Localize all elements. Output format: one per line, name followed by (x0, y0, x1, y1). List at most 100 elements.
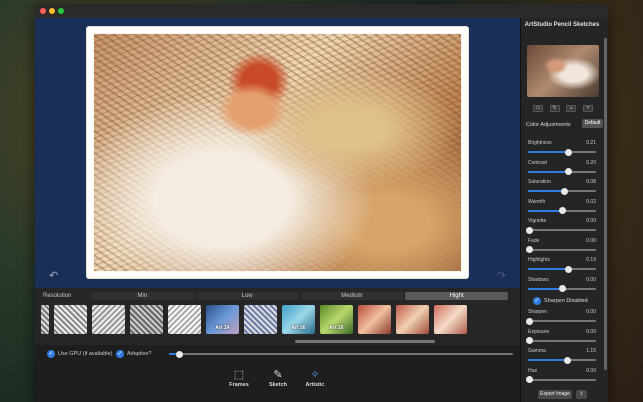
adjustment-name: Sharpen (528, 309, 547, 315)
use-gpu-checkbox[interactable]: ✓ (47, 350, 55, 358)
share-icon[interactable]: ⇪ (576, 390, 587, 399)
undo-icon[interactable]: ↶ (49, 269, 58, 282)
adjustment-slider[interactable] (525, 317, 596, 325)
preset-thumbnail[interactable] (130, 305, 163, 334)
app-window: ↶ ↷ Resolution Min Low Medium Hight Art … (35, 4, 608, 402)
adjustment-value: 0.20 (586, 159, 596, 166)
mode-artistic-button[interactable]: ✧ Artistic (300, 368, 330, 388)
resolution-option-min[interactable]: Min (91, 292, 194, 300)
panel-scrollbar[interactable] (604, 38, 607, 370)
adjustment-slider[interactable] (528, 265, 596, 273)
adjustment-slider-fill (528, 287, 562, 290)
horizontal-scrollbar[interactable] (295, 340, 435, 343)
use-gpu-label: Use GPU (if available) (58, 351, 113, 357)
adjustment-value: 0.00 (586, 237, 596, 244)
adjustment-name: Vignette (528, 218, 547, 224)
adjustment-saturation: Saturation 0.08 (528, 179, 596, 197)
preset-thumbnail[interactable] (92, 305, 125, 334)
adjustment-slider[interactable] (525, 246, 596, 253)
adjustment-slider[interactable] (528, 168, 596, 175)
adaptive-checkbox[interactable]: ✓ (116, 350, 124, 358)
adjustment-value: 0.00 (586, 367, 596, 374)
adjustment-slider-knob[interactable] (525, 317, 533, 325)
resolution-option-medium[interactable]: Medium (300, 292, 404, 300)
adjustment-shadows: Shadows 0.00 (528, 277, 596, 295)
adjustment-slider-knob[interactable] (565, 168, 573, 175)
adjustment-sharpen: Sharpen 0.00 (525, 309, 596, 327)
preset-thumbnail[interactable]: Art 26 (282, 305, 315, 334)
frame-icon: ⬚ (233, 369, 245, 381)
adjustment-slider-knob[interactable] (525, 337, 533, 344)
adjustment-slider[interactable] (528, 187, 596, 195)
redo-icon[interactable]: ↷ (497, 269, 506, 282)
adjustment-slider-knob[interactable] (525, 226, 533, 234)
rotate-icon[interactable]: ↻ (549, 105, 560, 112)
adjustment-slider-knob[interactable] (565, 148, 573, 156)
preset-thumbnail[interactable]: Art 24 (206, 305, 239, 334)
adjustment-contrast: Contrast 0.20 (528, 160, 596, 178)
preset-thumbnail[interactable] (168, 305, 201, 334)
adjustment-slider[interactable] (525, 337, 596, 344)
mode-frames-button[interactable]: ⬚ Frames (224, 368, 254, 388)
adjustment-name: Warmth (528, 198, 546, 205)
adjustment-slider-knob[interactable] (525, 246, 533, 253)
adjustment-slider-fill (528, 190, 565, 192)
crop-icon[interactable]: ▭ (533, 105, 543, 112)
preset-thumbnail[interactable] (396, 305, 429, 334)
adjustment-slider-knob[interactable] (563, 356, 571, 364)
sharpen-label: Sharpen Disabled (544, 298, 588, 304)
sharpen-checkbox[interactable]: ✓ (533, 297, 541, 305)
adjustment-warmth: Warmth 0.02 (528, 199, 596, 217)
preset-thumbnail[interactable] (54, 305, 87, 334)
adjustment-slider-knob[interactable] (558, 285, 566, 292)
mode-sketch-label: Sketch (268, 382, 288, 388)
adjustment-slider[interactable] (525, 376, 596, 383)
trash-icon[interactable]: × (582, 105, 593, 112)
minimize-window-button[interactable] (49, 8, 55, 14)
mode-sketch-button[interactable]: ✎ Sketch (263, 368, 293, 388)
preset-thumbnail[interactable] (41, 305, 49, 334)
adjustment-value: 0.00 (586, 276, 596, 283)
preset-thumbnail[interactable] (434, 305, 467, 334)
adjustment-slider[interactable] (528, 207, 596, 214)
export-image-button[interactable]: Export Image (538, 390, 572, 399)
color-adjustments-label: Color Adjustments (526, 122, 571, 128)
adaptive-slider-knob[interactable] (175, 350, 183, 358)
adjustment-slider[interactable] (528, 148, 596, 156)
preset-thumbnail[interactable] (244, 305, 277, 334)
maximize-window-button[interactable] (58, 8, 64, 14)
adjustment-value: 0.08 (586, 179, 596, 185)
preset-thumbnail[interactable] (358, 305, 391, 334)
adjustment-slider-knob[interactable] (561, 187, 569, 195)
close-window-button[interactable] (40, 8, 46, 14)
preset-thumbnail[interactable]: Art 26 (320, 305, 353, 334)
adjustment-slider[interactable] (525, 226, 596, 234)
adjustment-value: 0.19 (586, 257, 596, 263)
preset-thumbnails: Art 24 Art 26 Art 26 (41, 305, 513, 335)
resolution-option-low[interactable]: Low (195, 292, 299, 300)
preset-thumbnail-label: Art 24 (215, 325, 230, 331)
resolution-label: Resolution (43, 293, 72, 299)
adjustment-slider-fill (528, 209, 563, 212)
adjustment-name: Shadows (528, 276, 549, 283)
adjustment-slider[interactable] (528, 285, 596, 292)
adjustment-slider-fill (528, 268, 569, 270)
adjustment-slider-knob[interactable] (525, 376, 533, 383)
person-icon[interactable]: ☺ (566, 105, 577, 112)
adjustment-name: Gamma (528, 348, 546, 354)
default-button[interactable]: Default (582, 119, 603, 128)
adjustment-value: 0.00 (586, 328, 596, 335)
pencil-icon: ✎ (273, 369, 283, 381)
preset-strip: Resolution Min Low Medium Hight Art 24 Ar… (35, 288, 520, 345)
adjustment-value: 0.21 (586, 140, 596, 146)
adjustment-slider-fill (528, 359, 568, 361)
adjustments-panel: ArtStudio Pencil Sketches ▭ ↻ ☺ × Color … (520, 18, 608, 402)
adjustment-value: 1.15 (586, 348, 596, 354)
resolution-option-hight[interactable]: Hight (405, 292, 508, 300)
adjustment-slider-fill (528, 151, 569, 153)
adaptive-slider[interactable] (169, 350, 513, 358)
adjustment-slider[interactable] (528, 356, 596, 364)
sharpen-toggle[interactable]: ✓ Sharpen Disabled (533, 297, 597, 306)
adjustment-slider-knob[interactable] (559, 207, 567, 214)
adjustment-slider-knob[interactable] (565, 265, 573, 273)
